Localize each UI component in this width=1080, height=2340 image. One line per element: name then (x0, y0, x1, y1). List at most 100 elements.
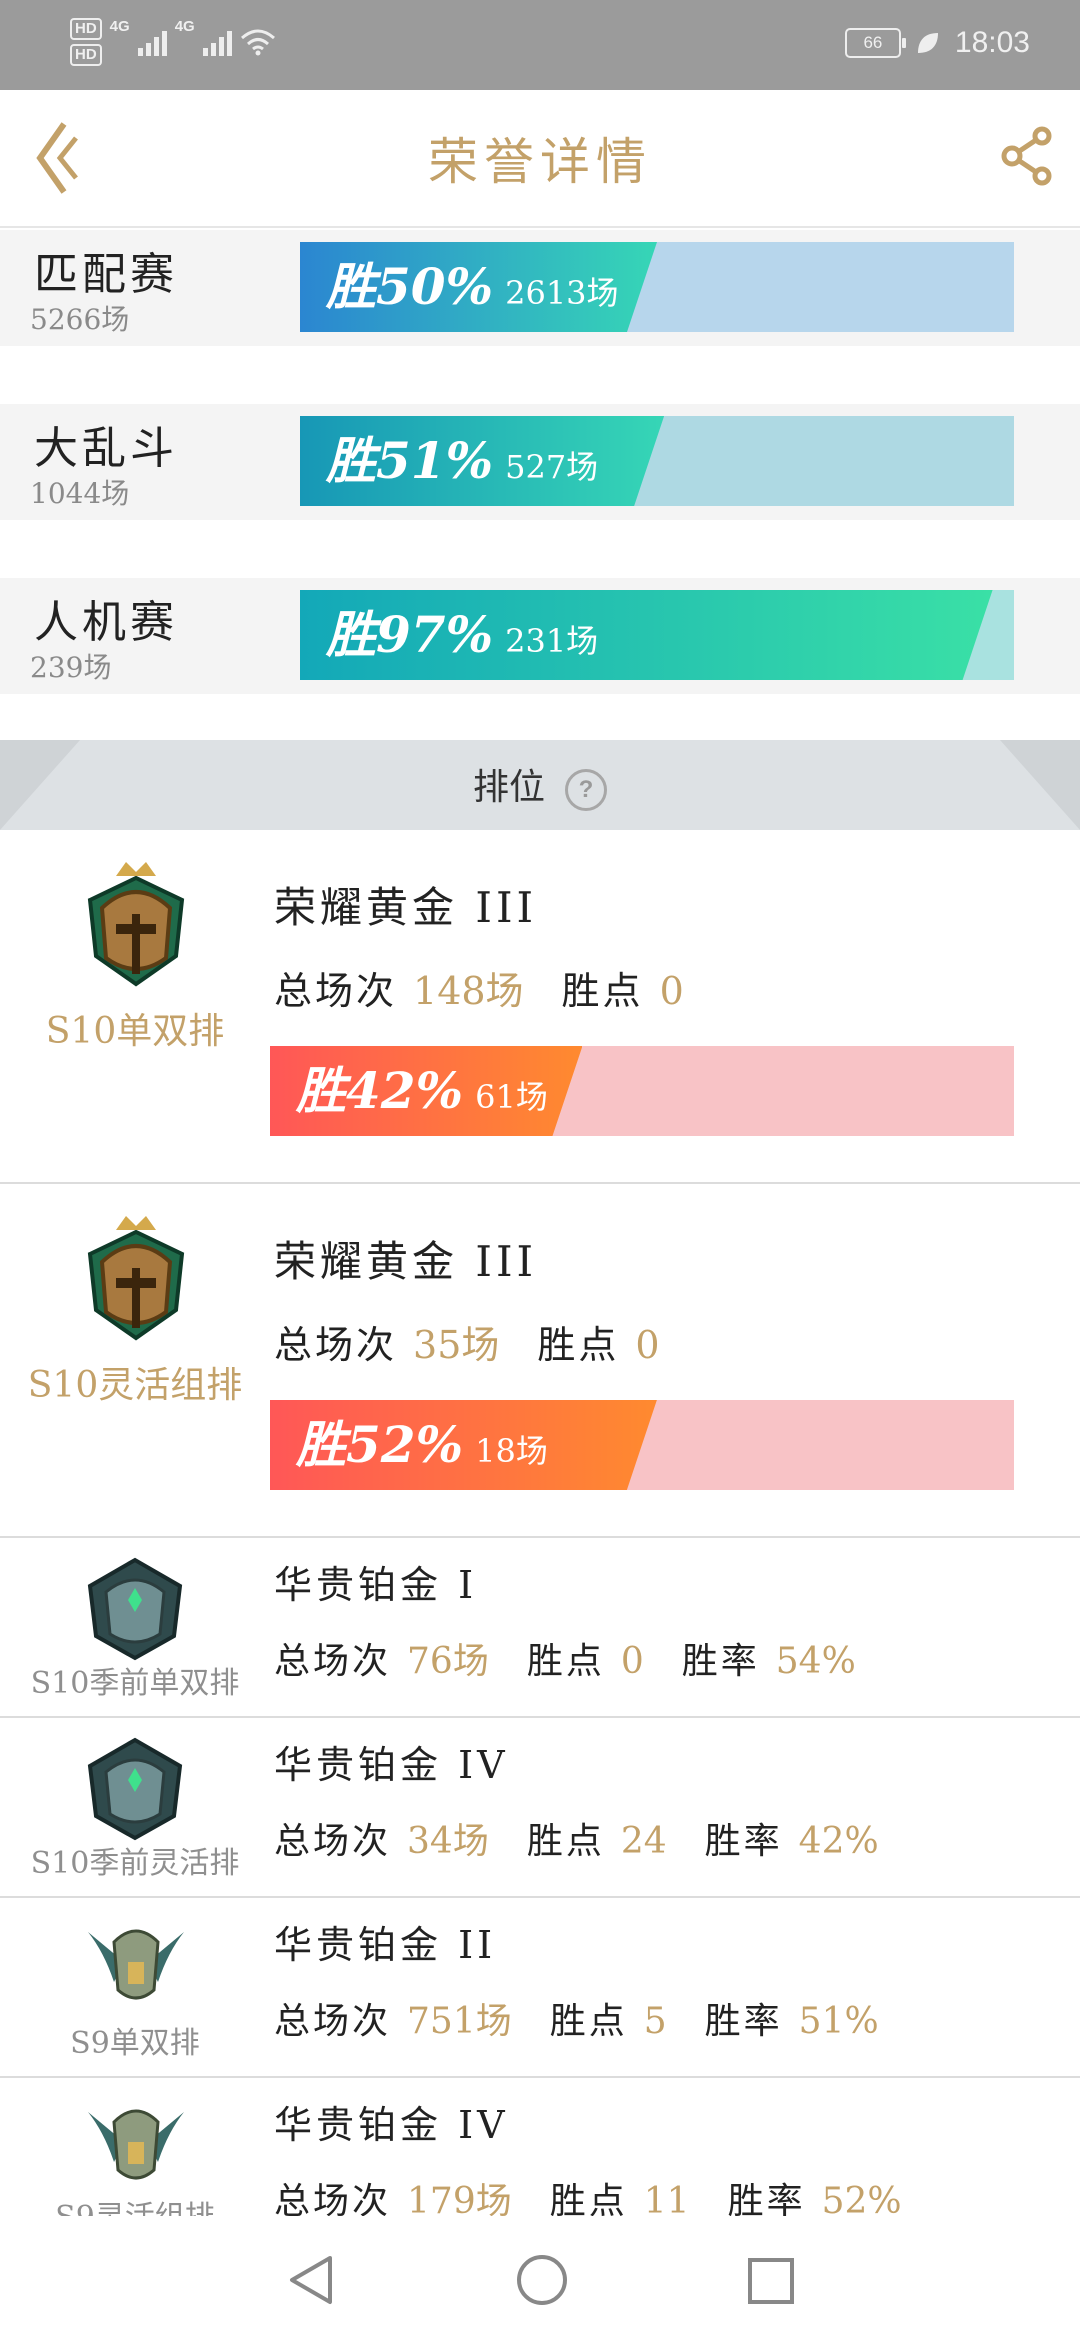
win-percent: 胜51% (326, 431, 494, 490)
rank-stats: 总场次 34场 胜点 24 胜率 42% (274, 1812, 917, 1864)
platinum-emblem-icon (87, 1557, 183, 1661)
mode-row-aram[interactable]: 大乱斗 1044场 胜51% 527场 (0, 404, 1080, 520)
share-icon (1001, 126, 1052, 186)
league-points-label: 胜点 (537, 1323, 620, 1367)
winrate-bar-text: 胜51% 527场 (326, 416, 598, 506)
wifi-icon (240, 29, 275, 56)
total-games-value: 76场 (407, 1641, 489, 1682)
tier-name: 华贵铂金 I (274, 1563, 478, 1607)
league-points-value: 0 (620, 1641, 644, 1682)
ranked-entry[interactable]: S9灵活组排 华贵铂金 IV 总场次 179场 胜点 11 胜率 52% (0, 2078, 1080, 2216)
ranked-entry[interactable]: S10季前灵活排 华贵铂金 IV 总场次 34场 胜点 24 胜率 42% (0, 1718, 1080, 1898)
ranked-winrate-bar: 胜42% 61场 (270, 1046, 1014, 1136)
win-percent: 胜97% (326, 605, 494, 664)
league-points-label: 胜点 (549, 2181, 628, 2216)
square-recents-icon[interactable] (746, 2256, 796, 2306)
battery-icon: 66 (844, 28, 906, 58)
total-games-value: 34场 (407, 1821, 489, 1862)
win-percent: 胜52% (296, 1415, 464, 1474)
total-games-value: 179场 (407, 2181, 512, 2216)
help-icon[interactable]: ? (565, 769, 607, 811)
mode-count: 239场 (30, 651, 112, 684)
winrate-bar: 胜51% 527场 (300, 416, 1014, 506)
mode-name: 人机赛 (34, 597, 178, 648)
queue-label: S10灵活组排 (27, 1365, 243, 1406)
total-games-label: 总场次 (274, 1641, 392, 1682)
league-points-value: 11 (643, 2181, 690, 2216)
circle-home-icon[interactable] (514, 2252, 570, 2308)
rank-stats: 总场次 148场 胜点 0 (274, 960, 722, 1015)
mode-count: 5266场 (30, 303, 130, 336)
ranked-title: 排位? (0, 758, 1080, 811)
winged-emblem-icon (88, 1929, 184, 2000)
ranked-entry[interactable]: S10灵活组排 荣耀黄金 III 总场次 35场 胜点 0 胜52% 18场 (0, 1184, 1080, 1538)
league-points-label: 胜点 (526, 1641, 605, 1682)
ranked-entry[interactable]: S10单双排 荣耀黄金 III 总场次 148场 胜点 0 胜42% 61场 (0, 830, 1080, 1184)
total-games-label: 总场次 (274, 969, 398, 1013)
hd-indicator: HD HD (70, 18, 102, 66)
total-games-value: 35场 (413, 1323, 500, 1367)
ranked-entry[interactable]: S10季前单双排 华贵铂金 I 总场次 76场 胜点 0 胜率 54% (0, 1538, 1080, 1718)
win-percent: 胜42% (296, 1061, 464, 1120)
tier-name: 华贵铂金 II (274, 1923, 497, 1967)
winrate-bar: 胜50% 2613场 (300, 242, 1014, 332)
league-points-value: 0 (659, 969, 684, 1013)
rank-stats: 总场次 751场 胜点 5 胜率 51% (274, 1992, 917, 2044)
queue-label: S10单双排 (45, 1011, 225, 1052)
rank-stats: 总场次 76场 胜点 0 胜率 54% (274, 1632, 894, 1684)
win-rate-value: 42% (798, 1821, 879, 1862)
total-games-value: 148场 (413, 969, 524, 1013)
total-games-value: 751场 (407, 2001, 512, 2042)
league-points-value: 0 (635, 1323, 660, 1367)
rank-stats: 总场次 35场 胜点 0 (274, 1314, 698, 1369)
win-rate-label: 胜率 (704, 1821, 783, 1862)
hd2-label: HD (70, 44, 102, 66)
win-games: 231场 (505, 622, 599, 660)
tier-name: 华贵铂金 IV (274, 1743, 509, 1787)
total-games-label: 总场次 (274, 2001, 392, 2042)
signal-icon (202, 28, 232, 56)
clock: 18:03 (954, 26, 1030, 59)
win-games: 527场 (505, 448, 599, 486)
winrate-bar-text: 胜42% 61场 (296, 1046, 548, 1136)
win-rate-label: 胜率 (681, 1641, 760, 1682)
league-points-value: 24 (620, 1821, 667, 1862)
ranked-section-header: 排位? (0, 740, 1080, 830)
win-games: 61场 (475, 1078, 548, 1116)
winrate-bar: 胜97% 231场 (300, 590, 1014, 680)
mode-row-matchmade[interactable]: 匹配赛 5266场 胜50% 2613场 (0, 230, 1080, 346)
status-left: HD HD 4G 4G (70, 18, 276, 66)
page-title: 荣誉详情 (428, 133, 652, 191)
ranked-title-text: 排位 (472, 767, 545, 808)
league-points-label: 胜点 (561, 969, 644, 1013)
ranked-entry[interactable]: S9单双排 华贵铂金 II 总场次 751场 胜点 5 胜率 51% (0, 1898, 1080, 2078)
triangle-back-icon[interactable] (284, 2252, 340, 2308)
win-percent: 胜50% (326, 257, 494, 316)
league-points-label: 胜点 (549, 2001, 628, 2042)
status-bar: HD HD 4G 4G 66 18:03 (0, 0, 1080, 90)
win-rate-label: 胜率 (704, 2001, 783, 2042)
mode-count: 1044场 (30, 477, 130, 510)
battery-level: 66 (863, 33, 883, 52)
share-button[interactable] (998, 126, 1058, 186)
platinum-emblem-icon (87, 1737, 183, 1841)
mode-name: 大乱斗 (34, 423, 178, 474)
hd1-label: HD (70, 18, 102, 40)
total-games-label: 总场次 (274, 1323, 398, 1367)
winged-emblem-icon (88, 2109, 184, 2180)
winrate-bar-text: 胜50% 2613场 (326, 242, 619, 332)
winrate-bar-text: 胜97% 231场 (326, 590, 598, 680)
system-nav-bar (0, 2216, 1080, 2340)
tier-name: 华贵铂金 IV (274, 2103, 509, 2147)
league-points-label: 胜点 (526, 1821, 605, 1862)
win-rate-value: 51% (798, 2001, 879, 2042)
win-rate-value: 54% (775, 1641, 856, 1682)
mode-row-coop-vs-ai[interactable]: 人机赛 239场 胜97% 231场 (0, 578, 1080, 694)
total-games-label: 总场次 (274, 2181, 392, 2216)
status-right: 66 18:03 (844, 26, 1030, 60)
leaf-icon (917, 33, 938, 53)
signal-icon (137, 28, 167, 56)
win-rate-label: 胜率 (727, 2181, 806, 2216)
league-points-value: 5 (643, 2001, 667, 2042)
tier-name: 荣耀黄金 III (274, 883, 538, 932)
